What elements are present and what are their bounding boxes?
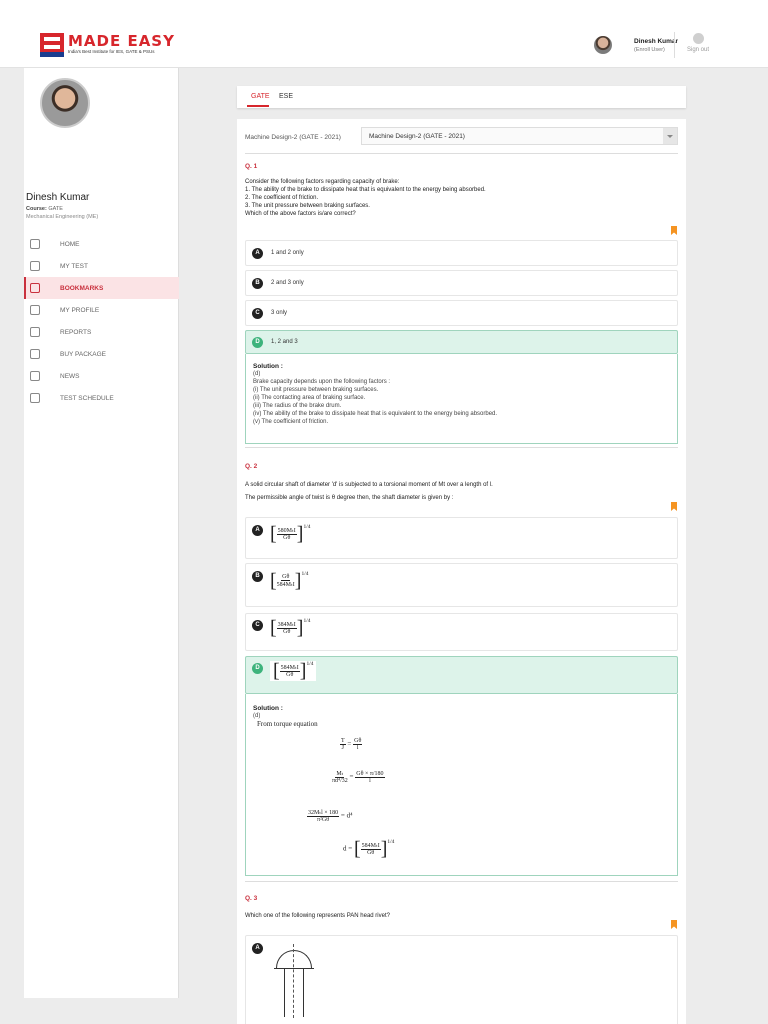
- question-text: The permissible angle of twist is θ degr…: [245, 495, 454, 501]
- option-d-correct[interactable]: D [584MₜI Gθ]1/4: [245, 656, 678, 694]
- sidebar-item-home[interactable]: HOME: [24, 233, 179, 255]
- option-a[interactable]: A 1 and 2 only: [245, 240, 678, 266]
- profile-photo: [40, 78, 90, 128]
- test-icon: [30, 261, 40, 271]
- bookmark-content: Machine Design-2 (GATE - 2021) Machine D…: [237, 119, 686, 1024]
- sidebar-nav: HOME MY TEST BOOKMARKS MY PROFILE REPORT…: [24, 233, 179, 409]
- subject-select[interactable]: Machine Design-2 (GATE - 2021): [361, 127, 678, 145]
- question-text: A solid circular shaft of diameter 'd' i…: [245, 482, 493, 488]
- question-text: Consider the following factors regarding…: [245, 179, 486, 217]
- power-icon: [692, 33, 704, 44]
- option-badge: A: [252, 248, 263, 259]
- option-text: 1, 2 and 3: [271, 339, 298, 345]
- logo-mark-icon: [40, 33, 64, 57]
- logo-brand: MADE EASY: [68, 32, 175, 50]
- header-user-name: Dinesh Kumar: [634, 37, 679, 45]
- option-c[interactable]: C 3 only: [245, 300, 678, 326]
- option-badge: B: [252, 278, 263, 289]
- option-text: 3 only: [271, 310, 288, 316]
- tab-active-indicator: [247, 105, 269, 107]
- divider: [245, 153, 678, 154]
- equation-4: d = [584MₜI Gθ]1/4: [343, 838, 395, 860]
- option-badge: A: [252, 525, 263, 536]
- header: MADE EASY India's Best Institute for IES…: [0, 0, 768, 68]
- sidebar-item-bookmarks[interactable]: BOOKMARKS: [24, 277, 179, 299]
- option-text: 2 and 3 only: [271, 280, 304, 286]
- option-formula: [584MₜI Gθ]1/4: [270, 661, 317, 681]
- exam-tabs: GATE ESE: [237, 86, 686, 108]
- signout-button[interactable]: Sign out: [683, 33, 713, 53]
- logo-tagline: India's Best Institute for IES, GATE & P…: [68, 49, 155, 54]
- solution-title: Solution :: [253, 705, 283, 712]
- profile-branch: Mechanical Engineering (ME): [26, 214, 99, 220]
- option-formula: [580MₜI Gθ]1/4: [270, 523, 311, 545]
- sidebar-item-buy-package[interactable]: BUY PACKAGE: [24, 343, 179, 365]
- chart-icon: [30, 327, 40, 337]
- equation-3: 32Mₜl × 180 π²Gθ = d⁴: [307, 810, 353, 823]
- option-d-correct[interactable]: D 1, 2 and 3: [245, 330, 678, 354]
- question-number: Q. 3: [245, 895, 258, 902]
- solution-panel: Solution : (d) Brake capacity depends up…: [245, 354, 678, 444]
- question-number: Q. 1: [245, 163, 258, 170]
- option-badge: C: [252, 308, 263, 319]
- tab-ese[interactable]: ESE: [279, 93, 293, 100]
- header-user-role: (Enroll User): [634, 46, 665, 53]
- option-badge: B: [252, 571, 263, 582]
- home-icon: [30, 239, 40, 249]
- bookmark-icon: [30, 283, 40, 293]
- sidebar: Dinesh Kumar Course: GATE Mechanical Eng…: [24, 68, 179, 998]
- bookmark-icon[interactable]: [671, 226, 677, 235]
- sidebar-item-my-profile[interactable]: MY PROFILE: [24, 299, 179, 321]
- option-b[interactable]: B [Gθ 584MₜI]1/4: [245, 563, 678, 607]
- user-icon: [30, 305, 40, 315]
- sidebar-item-reports[interactable]: REPORTS: [24, 321, 179, 343]
- option-badge: A: [252, 943, 263, 954]
- news-icon: [30, 371, 40, 381]
- question-text: Which one of the following represents PA…: [245, 913, 390, 919]
- question-number: Q. 2: [245, 463, 258, 470]
- option-b[interactable]: B 2 and 3 only: [245, 270, 678, 296]
- sidebar-item-test-schedule[interactable]: TEST SCHEDULE: [24, 387, 179, 409]
- divider: [245, 881, 678, 882]
- bookmark-icon[interactable]: [671, 502, 677, 511]
- sidebar-item-news[interactable]: NEWS: [24, 365, 179, 387]
- solution-intro: From torque equation: [257, 720, 318, 728]
- cart-icon: [30, 349, 40, 359]
- option-text: 1 and 2 only: [271, 250, 304, 256]
- tab-gate[interactable]: GATE: [251, 93, 270, 100]
- solution-title: Solution :: [253, 363, 283, 370]
- equation-1: TJ = Gθ l: [340, 738, 363, 751]
- option-badge: D: [252, 663, 263, 674]
- solution-panel: Solution : (d) From torque equation TJ =…: [245, 694, 678, 876]
- profile-course: Course: GATE: [26, 206, 63, 212]
- option-badge: D: [252, 337, 263, 348]
- avatar-icon: [594, 36, 612, 54]
- pan-head-rivet-diagram: [274, 936, 314, 1018]
- made-easy-logo[interactable]: MADE EASY India's Best Institute for IES…: [40, 33, 175, 57]
- equation-2: Mₜ πd⁴/32 = Gθ × π/180 l: [332, 770, 385, 784]
- user-menu[interactable]: Dinesh Kumar (Enroll User): [594, 36, 678, 54]
- option-c[interactable]: C [384MₜI Gθ]1/4: [245, 613, 678, 651]
- option-a[interactable]: A [580MₜI Gθ]1/4: [245, 517, 678, 559]
- profile-name: Dinesh Kumar: [26, 192, 90, 203]
- option-a[interactable]: A: [245, 935, 678, 1024]
- chevron-down-icon: [663, 128, 677, 144]
- signout-label: Sign out: [686, 47, 710, 53]
- schedule-icon: [30, 393, 40, 403]
- subject-filter-label: Machine Design-2 (GATE - 2021): [245, 134, 341, 141]
- divider: [245, 447, 678, 448]
- header-divider: [674, 32, 675, 58]
- bookmark-icon[interactable]: [671, 920, 677, 929]
- option-formula: [Gθ 584MₜI]1/4: [270, 570, 309, 592]
- option-badge: C: [252, 620, 263, 631]
- sidebar-item-my-test[interactable]: MY TEST: [24, 255, 179, 277]
- option-formula: [384MₜI Gθ]1/4: [270, 617, 311, 639]
